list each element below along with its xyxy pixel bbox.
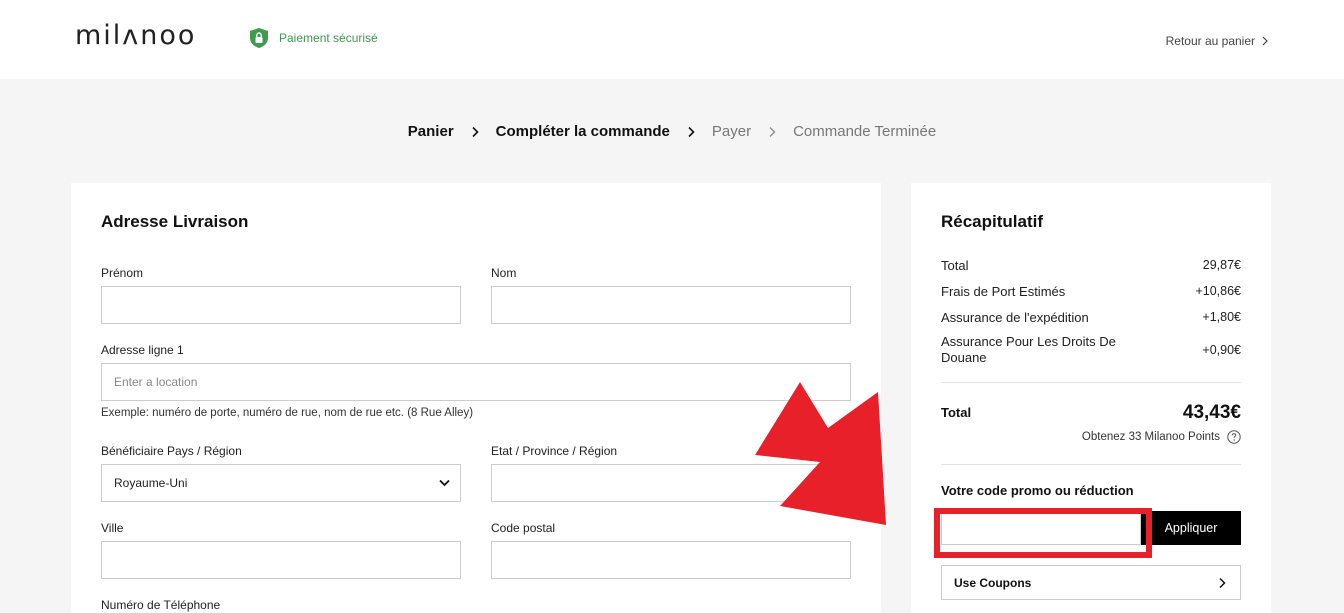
state-label: Etat / Province / Région bbox=[491, 444, 618, 458]
annotation-arrow-icon bbox=[755, 382, 886, 525]
grand-total-label: Total bbox=[941, 405, 972, 420]
zip-label: Code postal bbox=[491, 521, 556, 535]
chevron-right-icon bbox=[688, 126, 695, 137]
zip-input[interactable] bbox=[491, 541, 851, 579]
step-order-finished: Commande Terminée bbox=[793, 123, 937, 140]
chevron-right-icon bbox=[1219, 577, 1226, 588]
use-coupons-button[interactable]: Use Coupons bbox=[941, 565, 1241, 600]
apply-promo-button[interactable]: Appliquer bbox=[1141, 511, 1241, 545]
points-text: Obtenez 33 Milanoo Points bbox=[1081, 431, 1220, 443]
first-name-label: Prénom bbox=[101, 266, 144, 280]
promo-title: Votre code promo ou réduction bbox=[941, 483, 1134, 498]
chevron-right-icon bbox=[769, 126, 776, 137]
summary-row-value: +10,86€ bbox=[1195, 284, 1241, 298]
country-value: Royaume-Uni bbox=[114, 476, 188, 490]
city-input[interactable] bbox=[101, 541, 461, 579]
address-input[interactable]: Enter a location bbox=[101, 363, 851, 401]
milanoo-logo[interactable]: milʌnoo bbox=[75, 20, 196, 51]
first-name-input[interactable] bbox=[101, 286, 461, 324]
summary-row-customs-insurance: Assurance Pour Les Droits De Douane +0,9… bbox=[941, 334, 1241, 366]
summary-row-shipping-insurance: Assurance de l'expédition +1,80€ bbox=[941, 310, 1241, 325]
grand-total-value: 43,43€ bbox=[1182, 402, 1241, 423]
shield-lock-icon bbox=[250, 28, 268, 48]
step-complete-order: Compléter la commande bbox=[495, 123, 670, 140]
country-select[interactable]: Royaume-Uni bbox=[101, 464, 461, 502]
secure-payment-badge: Paiement sécurisé bbox=[250, 28, 378, 48]
checkout-steps: Panier Compléter la commande Payer Comma… bbox=[0, 123, 1344, 140]
address-hint: Exemple: numéro de porte, numéro de rue,… bbox=[101, 407, 474, 419]
use-coupons-label: Use Coupons bbox=[954, 575, 1032, 590]
summary-row-label: Total bbox=[941, 258, 969, 273]
milanoo-points: Obtenez 33 Milanoo Points bbox=[1082, 430, 1241, 444]
secure-payment-label: Paiement sécurisé bbox=[279, 31, 378, 45]
chevron-right-icon bbox=[1262, 36, 1268, 46]
address-label: Adresse ligne 1 bbox=[101, 343, 184, 357]
divider bbox=[941, 382, 1241, 383]
chevron-right-icon bbox=[472, 126, 479, 137]
step-pay: Payer bbox=[711, 123, 752, 140]
last-name-label: Nom bbox=[491, 266, 517, 280]
summary-row-subtotal: Total 29,87€ bbox=[941, 258, 1241, 273]
summary-row-label: Frais de Port Estimés bbox=[941, 284, 1066, 299]
phone-label: Numéro de Téléphone bbox=[101, 598, 221, 612]
annotation-highlight-box bbox=[934, 508, 1152, 558]
summary-row-label: Assurance Pour Les Droits De Douane bbox=[941, 334, 1116, 365]
country-label: Bénéficiaire Pays / Région bbox=[101, 444, 242, 458]
question-circle-icon[interactable] bbox=[1227, 430, 1241, 444]
address-placeholder: Enter a location bbox=[114, 375, 198, 389]
divider bbox=[941, 464, 1241, 465]
top-header: milʌnoo Paiement sécurisé Retour au pani… bbox=[0, 0, 1344, 79]
summary-title: Récapitulatif bbox=[941, 212, 1044, 231]
summary-row-value: 29,87€ bbox=[1202, 258, 1241, 272]
summary-row-label: Assurance de l'expédition bbox=[941, 310, 1089, 325]
summary-row-shipping: Frais de Port Estimés +10,86€ bbox=[941, 284, 1241, 299]
summary-row-value: +0,90€ bbox=[1202, 343, 1241, 357]
back-to-cart-label: Retour au panier bbox=[1165, 34, 1255, 48]
last-name-input[interactable] bbox=[491, 286, 851, 324]
chevron-down-icon bbox=[439, 479, 450, 487]
city-label: Ville bbox=[101, 521, 124, 535]
back-to-cart-link[interactable]: Retour au panier bbox=[1166, 34, 1269, 48]
step-cart[interactable]: Panier bbox=[408, 123, 454, 140]
shipping-title: Adresse Livraison bbox=[101, 212, 249, 231]
summary-row-value: +1,80€ bbox=[1202, 310, 1241, 324]
